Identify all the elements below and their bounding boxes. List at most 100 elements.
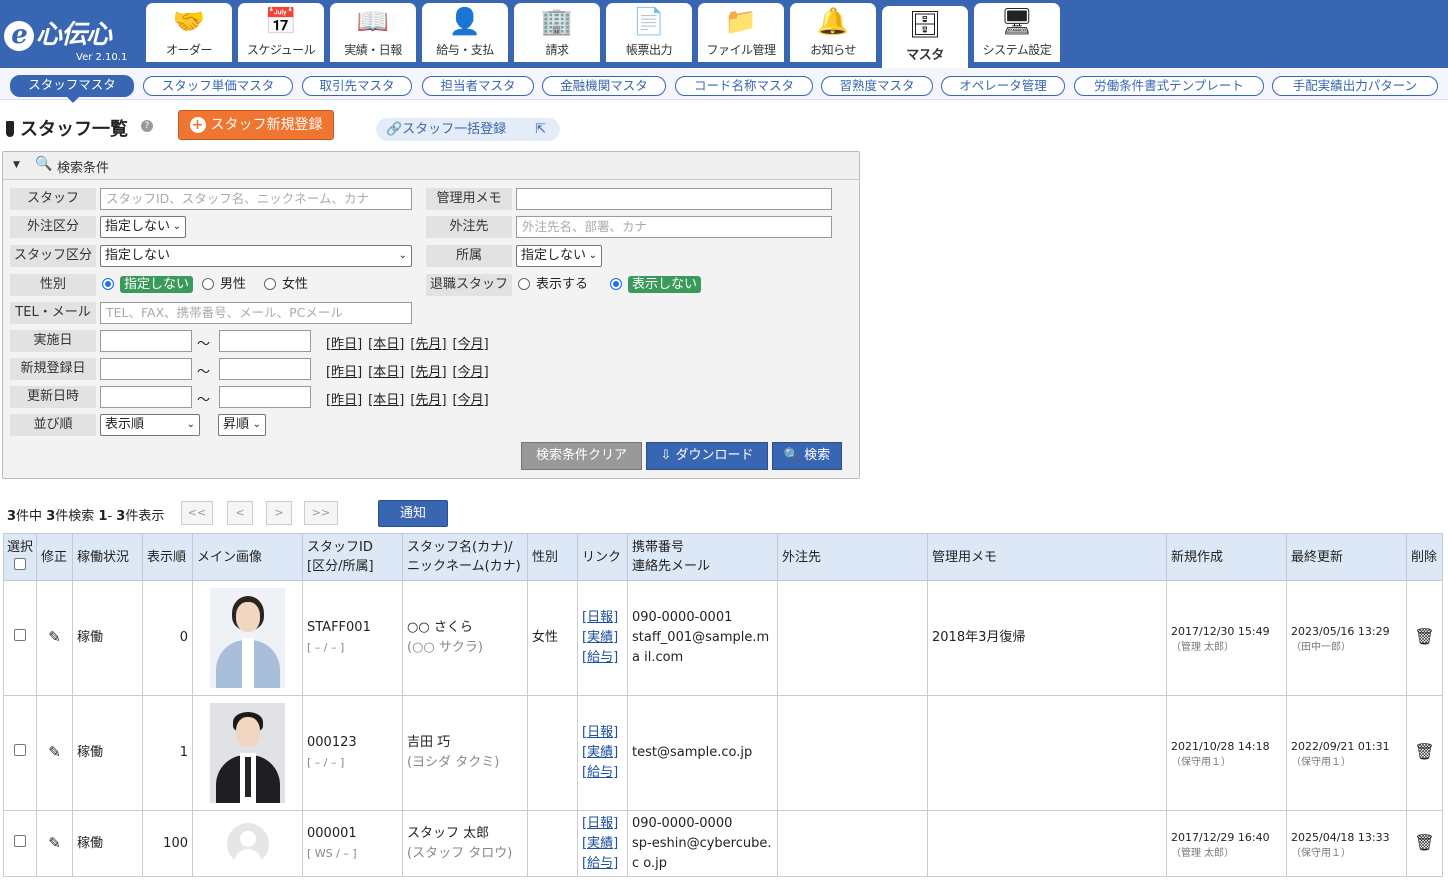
created-date-from[interactable] xyxy=(100,358,192,380)
shortcut-this-month[interactable]: [今月] xyxy=(453,337,489,352)
handshake-icon: 🤝 xyxy=(172,7,206,37)
outsource-type-select[interactable]: 指定しない ⌄ xyxy=(100,216,186,238)
order-select[interactable]: 昇順 ⌄ xyxy=(218,414,266,436)
retired-radio-show[interactable]: 表示する xyxy=(518,276,588,294)
exec-date-to[interactable] xyxy=(219,330,311,352)
staff-type-select[interactable]: 指定しない ⌄ xyxy=(100,245,412,267)
affiliation-select[interactable]: 指定しない ⌄ xyxy=(516,245,602,267)
page-first-button[interactable]: << xyxy=(181,501,213,525)
link-results[interactable]: [実績] xyxy=(582,834,623,854)
subnav-labor-template[interactable]: 労働条件書式テンプレート xyxy=(1074,76,1264,96)
notify-button[interactable]: 通知 xyxy=(378,500,448,527)
row-checkbox[interactable] xyxy=(14,834,26,847)
subnav-operator-management[interactable]: オペレータ管理 xyxy=(941,76,1065,96)
link-daily-report[interactable]: [日報] xyxy=(582,723,623,743)
collapse-triangle-icon[interactable]: ▼ xyxy=(13,160,20,170)
trash-icon[interactable]: 🗑 xyxy=(1414,627,1434,647)
nav-tab-results-report[interactable]: 📖 実績・日報 xyxy=(330,3,416,62)
avatar-head xyxy=(239,830,256,847)
new-staff-button[interactable]: + スタッフ新規登録 xyxy=(178,110,334,140)
shortcut-yesterday[interactable]: [昨日] xyxy=(326,337,362,352)
subnav-code-name-master[interactable]: コード名称マスタ xyxy=(675,76,813,96)
subnav-client-master[interactable]: 取引先マスタ xyxy=(302,76,412,96)
search-button[interactable]: 🔍 検索 xyxy=(772,442,842,470)
shortcut-last-month[interactable]: [先月] xyxy=(410,337,446,352)
row-edit: ✎ xyxy=(36,580,73,696)
nav-tab-report-output[interactable]: 📄 帳票出力 xyxy=(606,3,692,62)
gender-radio-male[interactable]: 男性 xyxy=(202,276,246,294)
trash-icon[interactable]: 🗑 xyxy=(1414,833,1434,853)
clear-conditions-button[interactable]: 検索条件クリア xyxy=(521,442,642,470)
staff-photo-man[interactable] xyxy=(210,703,285,803)
edit-icon[interactable]: ✎ xyxy=(48,627,61,647)
col-staff-name: スタッフ名(カナ)/ニックネーム(カナ) xyxy=(402,533,528,581)
staff-photo-woman[interactable] xyxy=(210,588,285,688)
link-results[interactable]: [実績] xyxy=(582,628,623,648)
exec-date-from[interactable] xyxy=(100,330,192,352)
link-salary[interactable]: [給与] xyxy=(582,854,623,874)
nav-tab-file-management[interactable]: 📁 ファイル管理 xyxy=(698,3,784,62)
nav-tab-billing[interactable]: 🏢 請求 xyxy=(514,3,600,62)
page-prev-button[interactable]: < xyxy=(227,501,253,525)
outsource-type-label: 外注区分 xyxy=(10,216,96,238)
edit-icon[interactable]: ✎ xyxy=(48,833,61,853)
gender-radio-unspecified[interactable]: 指定しない xyxy=(102,276,194,294)
app-logo[interactable]: e 心伝心 Ver 2.10.1 xyxy=(4,6,142,66)
memo-input[interactable] xyxy=(516,188,832,210)
link-results[interactable]: [実績] xyxy=(582,743,623,763)
shortcut-this-month[interactable]: [今月] xyxy=(453,393,489,408)
bulk-register-button[interactable]: 🔗スタッフ一括登録 ⇱ xyxy=(376,118,560,141)
row-checkbox[interactable] xyxy=(14,629,26,641)
link-salary[interactable]: [給与] xyxy=(582,763,623,783)
shortcut-today[interactable]: [本日] xyxy=(368,365,404,380)
shortcut-yesterday[interactable]: [昨日] xyxy=(326,365,362,380)
subnav-dispatch-pattern[interactable]: 手配実績出力パターン xyxy=(1272,76,1438,96)
link-daily-report[interactable]: [日報] xyxy=(582,608,623,628)
subnav-staff-master[interactable]: スタッフマスタ xyxy=(10,75,134,97)
subnav-bank-master[interactable]: 金融機関マスタ xyxy=(542,76,666,96)
subnav-contact-master[interactable]: 担当者マスタ xyxy=(422,76,534,96)
subnav-staff-rate-master[interactable]: スタッフ単価マスタ xyxy=(143,76,293,96)
nav-tab-schedule[interactable]: 📅 スケジュール xyxy=(238,3,324,62)
sort-select[interactable]: 表示順 ⌄ xyxy=(100,414,200,436)
updated-date-to[interactable] xyxy=(219,386,311,408)
select-all-checkbox[interactable] xyxy=(14,558,26,570)
nav-tab-order[interactable]: 🤝 オーダー xyxy=(146,3,232,62)
trash-icon[interactable]: 🗑 xyxy=(1414,742,1434,762)
row-created: 2017/12/29 16:40 （管理 太郎） xyxy=(1166,810,1287,877)
page-last-button[interactable]: >> xyxy=(304,501,338,525)
subnav-skill-master[interactable]: 習熟度マスタ xyxy=(821,76,933,96)
shortcut-yesterday[interactable]: [昨日] xyxy=(326,393,362,408)
row-phone: 090-0000-0001 staff_001@sample.ma il.com xyxy=(627,580,778,696)
shortcut-today[interactable]: [本日] xyxy=(368,393,404,408)
shortcut-last-month[interactable]: [先月] xyxy=(410,365,446,380)
help-icon[interactable]: ? xyxy=(141,120,153,132)
row-checkbox[interactable] xyxy=(14,744,26,756)
range-tilde: ～ xyxy=(197,337,211,352)
shortcut-last-month[interactable]: [先月] xyxy=(410,393,446,408)
exec-date-label: 実施日 xyxy=(10,330,96,352)
tel-input[interactable]: TEL、FAX、携帯番号、メール、PCメール xyxy=(100,302,412,324)
default-avatar-icon[interactable] xyxy=(226,822,269,865)
staff-search-input[interactable]: スタッフID、スタッフ名、ニックネーム、カナ xyxy=(100,188,412,210)
updated-date-from[interactable] xyxy=(100,386,192,408)
shortcut-today[interactable]: [本日] xyxy=(368,337,404,352)
created-date-to[interactable] xyxy=(219,358,311,380)
search-panel-header[interactable]: ▼ 🔍 検索条件 xyxy=(3,152,859,180)
outsource-input[interactable]: 外注先名、部署、カナ xyxy=(516,216,832,238)
link-daily-report[interactable]: [日報] xyxy=(582,814,623,834)
created-date-label: 新規登録日 xyxy=(10,358,96,380)
edit-icon[interactable]: ✎ xyxy=(48,742,61,762)
nav-tab-system-settings[interactable]: 🖥 システム設定 xyxy=(974,3,1060,62)
link-salary[interactable]: [給与] xyxy=(582,648,623,668)
plus-circle-icon: + xyxy=(189,117,206,133)
gender-radio-female[interactable]: 女性 xyxy=(264,276,308,294)
nav-tab-salary[interactable]: 👤 給与・支払 xyxy=(422,3,508,62)
page-next-button[interactable]: > xyxy=(266,501,292,525)
shortcut-this-month[interactable]: [今月] xyxy=(453,365,489,380)
nav-tab-master[interactable]: 🗄 マスタ xyxy=(882,6,968,68)
row-links: [日報] [実績] [給与] xyxy=(577,580,628,696)
download-button[interactable]: ⇩ ダウンロード xyxy=(646,442,768,470)
retired-radio-hide[interactable]: 表示しない xyxy=(610,276,702,294)
nav-tab-notice[interactable]: 🔔 お知らせ xyxy=(790,3,876,62)
